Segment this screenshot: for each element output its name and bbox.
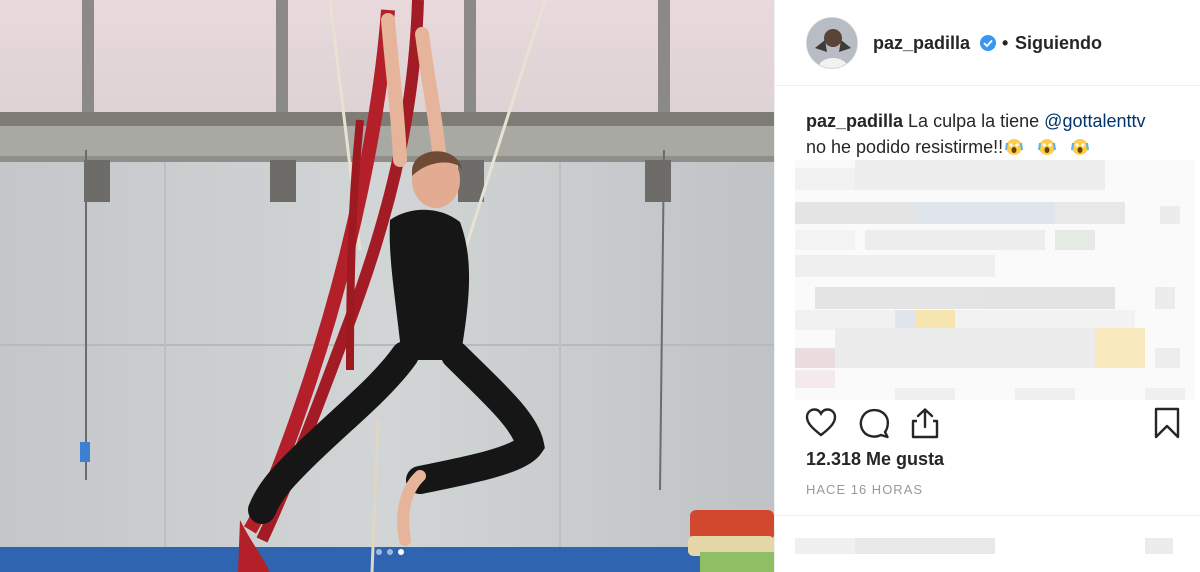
caption-mention-link[interactable]: @gottalenttv [1044,111,1145,131]
username-link[interactable]: paz_padilla [873,33,970,54]
carousel-dot[interactable] [387,549,393,555]
carousel-indicator [360,549,420,559]
post-side-panel: paz_padilla • Siguiendo paz_padilla La c… [774,0,1200,572]
screaming-face-emoji [1071,137,1090,155]
post-caption: paz_padilla La culpa la tiene @gottalent… [806,108,1186,160]
heart-icon[interactable] [804,406,838,440]
blurred-comments [795,160,1195,400]
bookmark-icon[interactable] [1150,406,1184,440]
screaming-face-emoji [1005,137,1024,155]
caption-username[interactable]: paz_padilla [806,111,903,131]
screaming-face-emoji [1038,137,1057,155]
share-icon[interactable] [908,406,942,440]
carousel-dot-active[interactable] [398,549,404,555]
carousel-dot[interactable] [376,549,382,555]
post-timestamp[interactable]: HACE 16 HORAS [806,482,923,497]
post-actions [775,400,1200,448]
post-photo[interactable] [0,0,774,572]
verified-badge-icon [979,34,997,52]
separator-dot: • [1002,33,1009,53]
aerial-silk-photo [0,0,774,572]
following-button[interactable]: Siguiendo [1015,33,1102,54]
post-header: paz_padilla • Siguiendo [775,0,1200,86]
add-comment-area[interactable] [775,515,1200,572]
caption-text-2: no he podido resistirme!! [806,137,1004,157]
blurred-comment-input [795,538,1173,554]
caption-text: La culpa la tiene [908,111,1040,131]
comment-bubble-icon[interactable] [857,406,891,440]
avatar-image [807,18,857,68]
avatar[interactable] [806,17,858,69]
likes-count[interactable]: 12.318 Me gusta [806,449,944,470]
